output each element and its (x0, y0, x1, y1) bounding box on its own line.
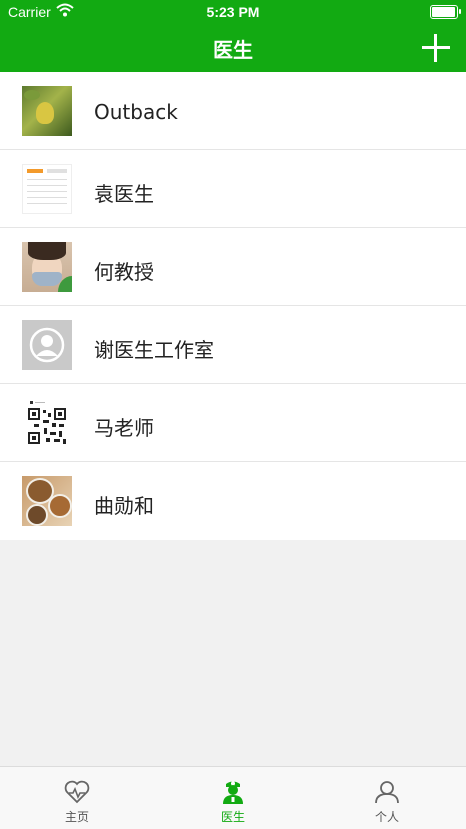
doctor-avatar (22, 164, 72, 214)
doctor-list: Outback 袁医生 何教授 谢医生工作室 马老师 曲勋和 (0, 72, 466, 540)
tab-label: 个人 (374, 810, 399, 824)
doctor-avatar (22, 398, 72, 448)
doctor-name: 谢医生工作室 (94, 338, 214, 362)
doctor-row-qu[interactable]: 曲勋和 (0, 462, 466, 540)
tab-home[interactable]: 主页 (22, 767, 132, 829)
doctor-name: 袁医生 (94, 182, 154, 206)
doctor-row-yuan[interactable]: 袁医生 (0, 150, 466, 228)
doctor-row-xie[interactable]: 谢医生工作室 (0, 306, 466, 384)
tab-label: 主页 (64, 810, 89, 824)
heart-pulse-icon (64, 780, 90, 804)
tab-profile[interactable]: 个人 (332, 767, 442, 829)
doctor-avatar (22, 86, 72, 136)
default-user-icon (29, 327, 65, 363)
person-icon (375, 781, 399, 804)
doctor-icon (223, 781, 243, 804)
tab-doctors[interactable]: 医生 (178, 767, 288, 829)
doctor-row-he[interactable]: 何教授 (0, 228, 466, 306)
doctor-name: 马老师 (94, 416, 154, 440)
add-doctor-button[interactable] (422, 34, 450, 62)
tab-bar: 主页 医生 个人 (0, 766, 466, 829)
doctor-avatar (22, 476, 72, 526)
doctor-avatar (22, 242, 72, 292)
clock: 5:23 PM (206, 4, 260, 20)
doctor-avatar (22, 320, 72, 370)
status-bar: Carrier 5:23 PM (0, 0, 466, 24)
doctor-name: 曲勋和 (94, 494, 154, 518)
doctor-row-outback[interactable]: Outback (0, 72, 466, 150)
doctor-row-ma[interactable]: 马老师 (0, 384, 466, 462)
page-title: 医生 (213, 38, 253, 62)
battery-icon (430, 5, 461, 19)
tab-label: 医生 (220, 810, 245, 824)
doctor-name: Outback (94, 100, 178, 124)
qr-code-icon (28, 401, 66, 444)
navigation-bar: Carrier 5:23 PM 医生 (0, 0, 466, 72)
doctor-name: 何教授 (94, 260, 154, 284)
